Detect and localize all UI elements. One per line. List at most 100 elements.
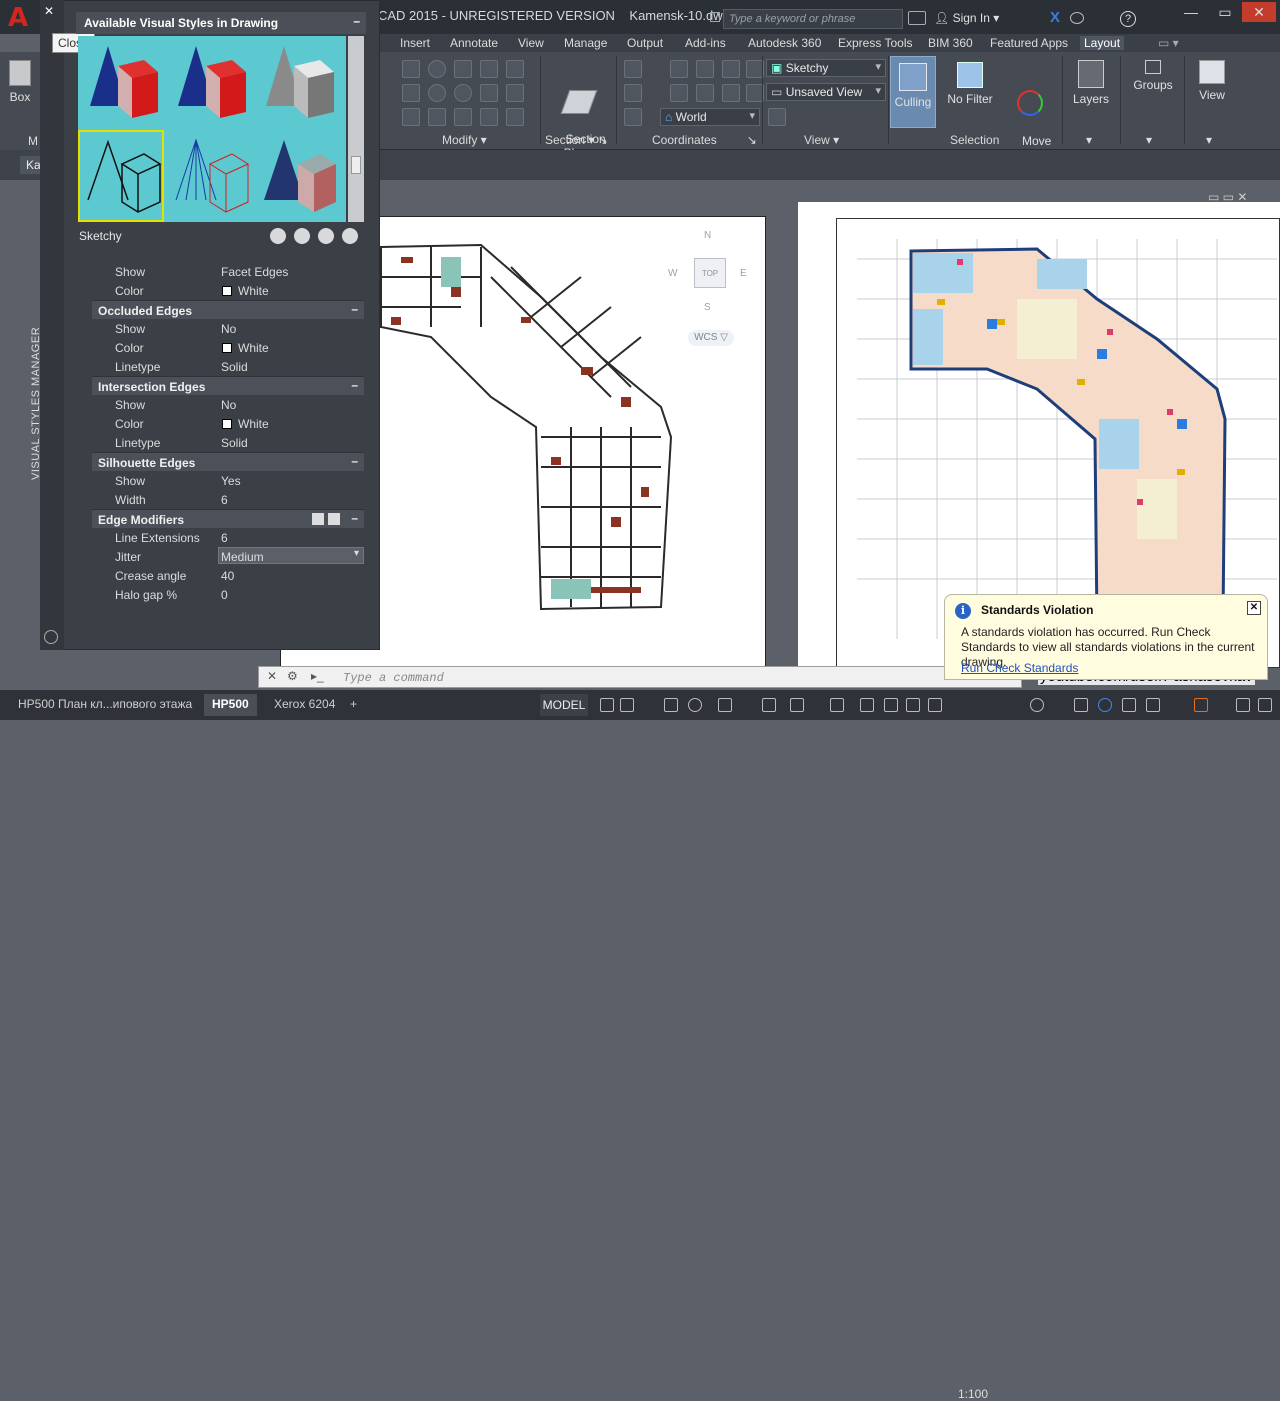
- property-row-show[interactable]: Show Facet Edges: [92, 262, 364, 281]
- jitter-toggle-icon[interactable]: [328, 513, 340, 525]
- coordinates-combo[interactable]: ⌂ World: [660, 108, 760, 126]
- layers-expand-icon[interactable]: ▾: [1086, 133, 1092, 147]
- minimize-button[interactable]: —: [1174, 2, 1208, 22]
- viewcube[interactable]: N S E W TOP: [668, 230, 752, 314]
- exchange-icon[interactable]: X: [1050, 9, 1060, 26]
- property-row-color[interactable]: Color White: [92, 338, 364, 357]
- run-check-standards-link[interactable]: Run Check Standards: [961, 661, 1078, 675]
- explode-icon[interactable]: [506, 60, 524, 78]
- layers-button[interactable]: Layers: [1068, 60, 1114, 106]
- property-row-line-extensions[interactable]: Line Extensions 6: [92, 528, 364, 547]
- rotate-tool-icon[interactable]: [428, 60, 446, 78]
- available-styles-header[interactable]: Available Visual Styles in Drawing –: [76, 12, 366, 34]
- layout-tab-xerox[interactable]: Xerox 6204: [266, 694, 343, 716]
- panel-label-view[interactable]: View ▾: [804, 133, 839, 147]
- layout-tab-plan[interactable]: HP500 План кл...ипового этажа: [10, 694, 200, 716]
- groups-button[interactable]: Groups: [1128, 60, 1178, 92]
- named-view-combo[interactable]: ▭ Unsaved View: [766, 83, 886, 101]
- copy-icon[interactable]: [480, 84, 498, 102]
- move-tool-icon[interactable]: [402, 60, 420, 78]
- ucs-object-icon[interactable]: [696, 84, 714, 102]
- property-row-color[interactable]: Color White: [92, 414, 364, 433]
- wcs-menu[interactable]: WCS ▽: [688, 330, 734, 346]
- section-silhouette-edges[interactable]: Silhouette Edges –: [92, 452, 364, 471]
- ucs-face-icon[interactable]: [624, 84, 642, 102]
- viewport-config-icon[interactable]: [768, 108, 786, 126]
- apply-style-icon[interactable]: [294, 228, 310, 244]
- panel-label-section[interactable]: Section ▾ ↘: [545, 133, 608, 147]
- sign-in-button[interactable]: 👤︎ Sign In ▾: [934, 11, 999, 25]
- viewcube-west[interactable]: W: [668, 268, 677, 279]
- tab-autodesk-360[interactable]: Autodesk 360: [748, 36, 821, 50]
- collapse-icon[interactable]: –: [353, 14, 360, 28]
- property-row-linetype[interactable]: Linetype Solid: [92, 357, 364, 376]
- view-expand-icon[interactable]: ▾: [1206, 133, 1212, 147]
- lock-viewport-icon[interactable]: [884, 698, 898, 712]
- property-row-linetype[interactable]: Linetype Solid: [92, 433, 364, 452]
- line-extensions-toggle-icon[interactable]: [312, 513, 324, 525]
- annotation-visibility-icon[interactable]: [830, 698, 844, 712]
- ucs-3point-icon[interactable]: [670, 84, 688, 102]
- clean-screen-icon[interactable]: [1146, 698, 1160, 712]
- stretch-icon[interactable]: [480, 108, 498, 126]
- ucs-world-icon[interactable]: [670, 60, 688, 78]
- tab-express-tools[interactable]: Express Tools: [838, 36, 912, 50]
- no-filter-button[interactable]: No Filter: [940, 62, 1000, 106]
- help-icon[interactable]: ?: [1120, 11, 1136, 27]
- layout-tab-hp500[interactable]: HP500: [204, 694, 257, 716]
- customize-command-icon[interactable]: ⚙: [287, 669, 298, 683]
- annotation-scale-icon[interactable]: [928, 698, 942, 712]
- property-row-halo-gap[interactable]: Halo gap % 0: [92, 585, 364, 604]
- viewport-scale[interactable]: 1:100: [958, 1387, 988, 1401]
- viewcube-top-face[interactable]: TOP: [694, 258, 726, 288]
- grid-array-icon[interactable]: [506, 108, 524, 126]
- object-snap-tracking-icon[interactable]: [762, 698, 776, 712]
- scrollbar-thumb[interactable]: [351, 156, 361, 174]
- visual-style-combo[interactable]: ▣ Sketchy: [766, 59, 886, 77]
- palette-properties-icon[interactable]: [44, 630, 58, 644]
- tab-bim-360[interactable]: BIM 360: [928, 36, 973, 50]
- fillet-icon[interactable]: [506, 84, 524, 102]
- property-row-jitter[interactable]: Jitter Medium: [92, 547, 364, 566]
- snap-icon[interactable]: [620, 698, 634, 712]
- view-panel-button[interactable]: View: [1188, 60, 1236, 102]
- tab-layout[interactable]: Layout: [1080, 36, 1125, 50]
- ucs-y-icon[interactable]: [722, 60, 740, 78]
- ucs-named-icon[interactable]: [624, 108, 642, 126]
- offset-icon[interactable]: [454, 84, 472, 102]
- ucs-icon[interactable]: [624, 60, 642, 78]
- erase-icon[interactable]: [402, 108, 420, 126]
- align-icon[interactable]: [428, 108, 446, 126]
- command-line[interactable]: ✕ ⚙ ▸_ Type a command: [258, 666, 1022, 688]
- circle-icon[interactable]: [428, 84, 446, 102]
- tab-annotate[interactable]: Annotate: [450, 36, 498, 50]
- property-row-show[interactable]: Show No: [92, 395, 364, 414]
- culling-button[interactable]: Culling: [890, 56, 936, 128]
- delete-style-icon[interactable]: [342, 228, 358, 244]
- menu-icon[interactable]: [1258, 698, 1272, 712]
- groups-expand-icon[interactable]: ▾: [1146, 133, 1152, 147]
- title-dropdown-icon[interactable]: [710, 12, 720, 22]
- ucs-view-icon[interactable]: [722, 84, 740, 102]
- ribbon-options-icon[interactable]: ▭ ▾: [1158, 36, 1179, 50]
- command-prompt-icon[interactable]: ▸_: [311, 669, 324, 683]
- osnap-icon[interactable]: [790, 698, 804, 712]
- property-row-crease-angle[interactable]: Crease angle 40: [92, 566, 364, 585]
- style-swatch-xray[interactable]: [254, 130, 340, 222]
- viewcube-east[interactable]: E: [740, 268, 747, 279]
- ucs-x-icon[interactable]: [696, 60, 714, 78]
- property-row-show[interactable]: Show Yes: [92, 471, 364, 490]
- panel-label-coordinates[interactable]: Coordinates ↘: [652, 133, 757, 147]
- viewcube-south[interactable]: S: [704, 302, 711, 313]
- tab-output[interactable]: Output: [627, 36, 663, 50]
- binoculars-icon[interactable]: [908, 11, 926, 25]
- mirror-icon[interactable]: [402, 84, 420, 102]
- isolate-objects-icon[interactable]: [1098, 698, 1112, 712]
- model-space-toggle[interactable]: MODEL: [540, 694, 588, 716]
- create-style-icon[interactable]: [270, 228, 286, 244]
- section-edge-modifiers[interactable]: Edge Modifiers –: [92, 509, 364, 528]
- hardware-acceleration-icon[interactable]: [1122, 698, 1136, 712]
- panel-label-modify[interactable]: Modify ▾: [442, 133, 487, 147]
- style-swatch-wireframe[interactable]: [166, 130, 252, 222]
- section-intersection-edges[interactable]: Intersection Edges –: [92, 376, 364, 395]
